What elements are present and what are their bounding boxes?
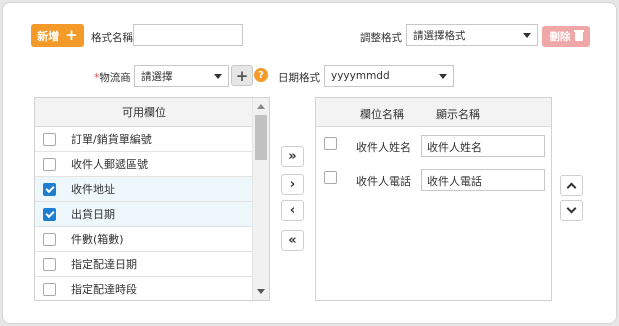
- adjust-format-value: 請選擇格式: [413, 29, 466, 42]
- carrier-value: 請選擇: [141, 70, 173, 83]
- scroll-thumb[interactable]: [255, 115, 267, 160]
- adjust-format-label: 調整格式: [360, 32, 402, 44]
- date-format-select[interactable]: yyyymmdd: [324, 65, 454, 87]
- field-name: 收件人電話: [356, 175, 411, 188]
- list-item[interactable]: 指定配達時段: [35, 277, 253, 300]
- list-item[interactable]: 出貨日期: [35, 202, 253, 227]
- item-label: 訂單/銷貨單編號: [71, 133, 152, 146]
- move-all-right-button[interactable]: »: [281, 146, 304, 167]
- available-fields-header: 可用欄位: [35, 98, 253, 127]
- move-all-left-button[interactable]: «: [281, 230, 304, 251]
- item-label: 出貨日期: [71, 208, 115, 221]
- question-icon[interactable]: ?: [254, 68, 268, 82]
- available-fields-rows: 訂單/銷貨單編號 收件人郵遞區號 收件地址出貨日期件數(箱數) 指定配達日期 指定配達時…: [35, 127, 253, 300]
- item-label: 件數(箱數): [71, 233, 124, 246]
- chevron-up-icon: [566, 182, 577, 193]
- item-checkbox[interactable]: [43, 182, 56, 196]
- trash-icon: [573, 30, 584, 41]
- list-scrollbar[interactable]: [252, 98, 269, 300]
- item-checkbox[interactable]: [43, 232, 56, 246]
- format-name-input[interactable]: [133, 24, 243, 46]
- date-format-value: yyyymmdd: [331, 70, 390, 82]
- field-format-panel: 新增 + 格式名稱 調整格式 請選擇格式 刪除 *物流商 請選擇 + ? 日期格…: [2, 2, 617, 324]
- carrier-select[interactable]: 請選擇: [134, 65, 229, 87]
- scroll-down-icon[interactable]: [257, 289, 265, 294]
- item-label: 指定配達時段: [71, 283, 137, 296]
- move-up-button[interactable]: [560, 175, 583, 196]
- table-row: 收件人電話 收件人電話: [316, 166, 551, 196]
- add-format-button[interactable]: 新增 +: [31, 24, 84, 47]
- table-row: 收件人姓名 收件人姓名: [316, 132, 551, 162]
- display-name-input[interactable]: 收件人姓名: [421, 135, 545, 157]
- item-checkbox[interactable]: [43, 132, 56, 146]
- move-left-button[interactable]: ‹: [281, 200, 304, 221]
- display-name-header: 顯示名稱: [436, 108, 480, 121]
- chevron-down-icon: [439, 73, 447, 79]
- available-fields-list: 可用欄位 訂單/銷貨單編號 收件人郵遞區號 收件地址出貨日期件數(箱數) 指定配達日期…: [34, 97, 270, 301]
- chevron-down-icon: [566, 203, 577, 214]
- item-label: 收件人郵遞區號: [71, 158, 148, 171]
- add-carrier-button[interactable]: +: [231, 65, 253, 86]
- item-label: 指定配達日期: [71, 258, 137, 271]
- plus-icon: +: [235, 66, 249, 85]
- list-item[interactable]: 收件人郵遞區號: [35, 152, 253, 177]
- adjust-format-select[interactable]: 請選擇格式: [406, 24, 538, 46]
- field-name: 收件人姓名: [356, 141, 411, 154]
- carrier-label: *物流商: [94, 70, 131, 85]
- plus-icon: +: [65, 26, 78, 44]
- selected-fields-header: 欄位名稱 顯示名稱: [316, 98, 551, 127]
- list-item[interactable]: 收件地址: [35, 177, 253, 202]
- delete-label: 刪除: [549, 31, 571, 43]
- item-checkbox[interactable]: [43, 257, 56, 271]
- row-checkbox[interactable]: [324, 137, 337, 150]
- item-checkbox[interactable]: [43, 157, 56, 171]
- move-right-button[interactable]: ›: [281, 174, 304, 195]
- list-item[interactable]: 指定配達日期: [35, 252, 253, 277]
- field-name-header: 欄位名稱: [360, 108, 404, 121]
- selected-fields-table: 欄位名稱 顯示名稱 收件人姓名 收件人姓名 收件人電話 收件人電話: [315, 97, 552, 301]
- chevron-down-icon: [523, 32, 531, 38]
- row-checkbox[interactable]: [324, 171, 337, 184]
- format-name-label: 格式名稱: [91, 32, 133, 44]
- item-checkbox[interactable]: [43, 207, 56, 221]
- chevron-down-icon: [214, 73, 222, 79]
- item-checkbox[interactable]: [43, 282, 56, 296]
- scroll-up-icon[interactable]: [257, 104, 265, 109]
- list-item[interactable]: 件數(箱數): [35, 227, 253, 252]
- display-name-input[interactable]: 收件人電話: [421, 169, 545, 191]
- move-down-button[interactable]: [560, 200, 583, 221]
- item-label: 收件地址: [71, 183, 115, 196]
- delete-button[interactable]: 刪除: [542, 26, 590, 47]
- date-format-label: 日期格式: [278, 72, 320, 84]
- carrier-label-text: 物流商: [99, 72, 131, 84]
- add-label: 新增: [37, 29, 60, 43]
- list-item[interactable]: 訂單/銷貨單編號: [35, 127, 253, 152]
